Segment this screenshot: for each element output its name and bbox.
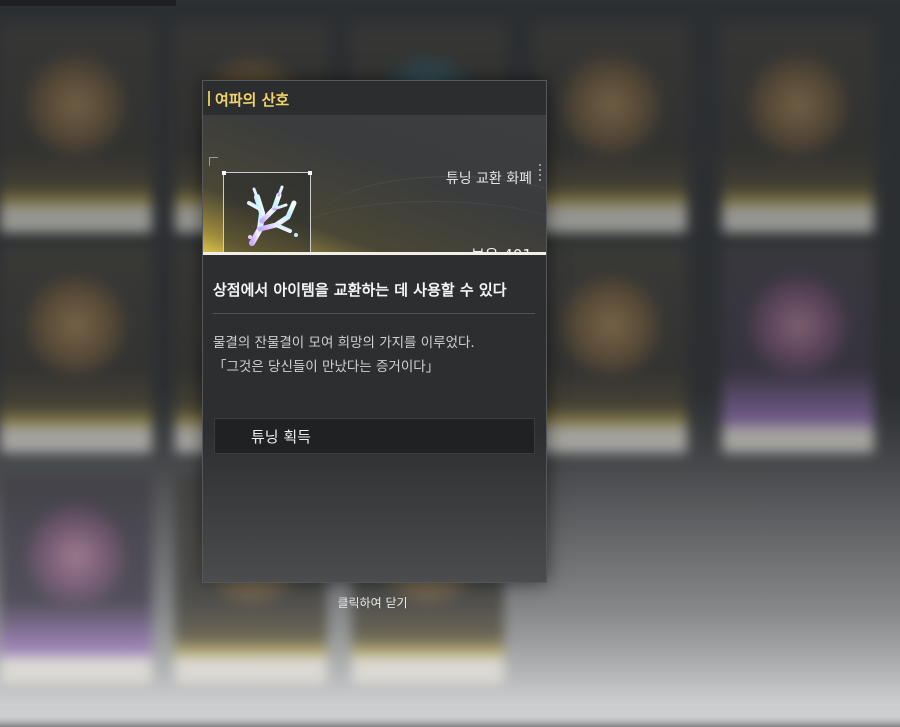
close-hint[interactable]: 클릭하여 닫기 [0, 594, 745, 611]
item-summary: 상점에서 아이템을 교환하는 데 사용할 수 있다 [213, 281, 507, 299]
acquire-button[interactable]: 튜닝 획득 [214, 418, 535, 454]
title-accent-bar [208, 91, 210, 106]
owned-count: 보유 401 [471, 244, 532, 252]
coral-icon [247, 185, 298, 246]
decorative-dots [539, 164, 541, 184]
acquire-button-label: 튜닝 획득 [251, 428, 311, 446]
dialog-titlebar: 여파의 산호 [203, 81, 546, 116]
item-header-panel: 튜닝 교환 화폐 보유 401 [203, 116, 546, 252]
item-icon-frame [222, 171, 312, 252]
item-type-label: 튜닝 교환 화폐 [445, 171, 532, 187]
description-line: 「그것은 당신들이 만났다는 증거이다」 [213, 359, 440, 375]
item-name-title: 여파의 산호 [215, 91, 290, 109]
frame-bracket-icon [209, 157, 218, 166]
header-divider [203, 252, 546, 255]
top-strip [0, 0, 176, 6]
item-detail-dialog: 여파의 산호 튜닝 교환 화폐 상점에서 아이템을 교환하는 데 사용할 수 있… [202, 80, 547, 583]
description-line: 물결의 잔물결이 모여 희망의 가지를 이루었다. [213, 335, 475, 351]
summary-divider [213, 313, 535, 314]
